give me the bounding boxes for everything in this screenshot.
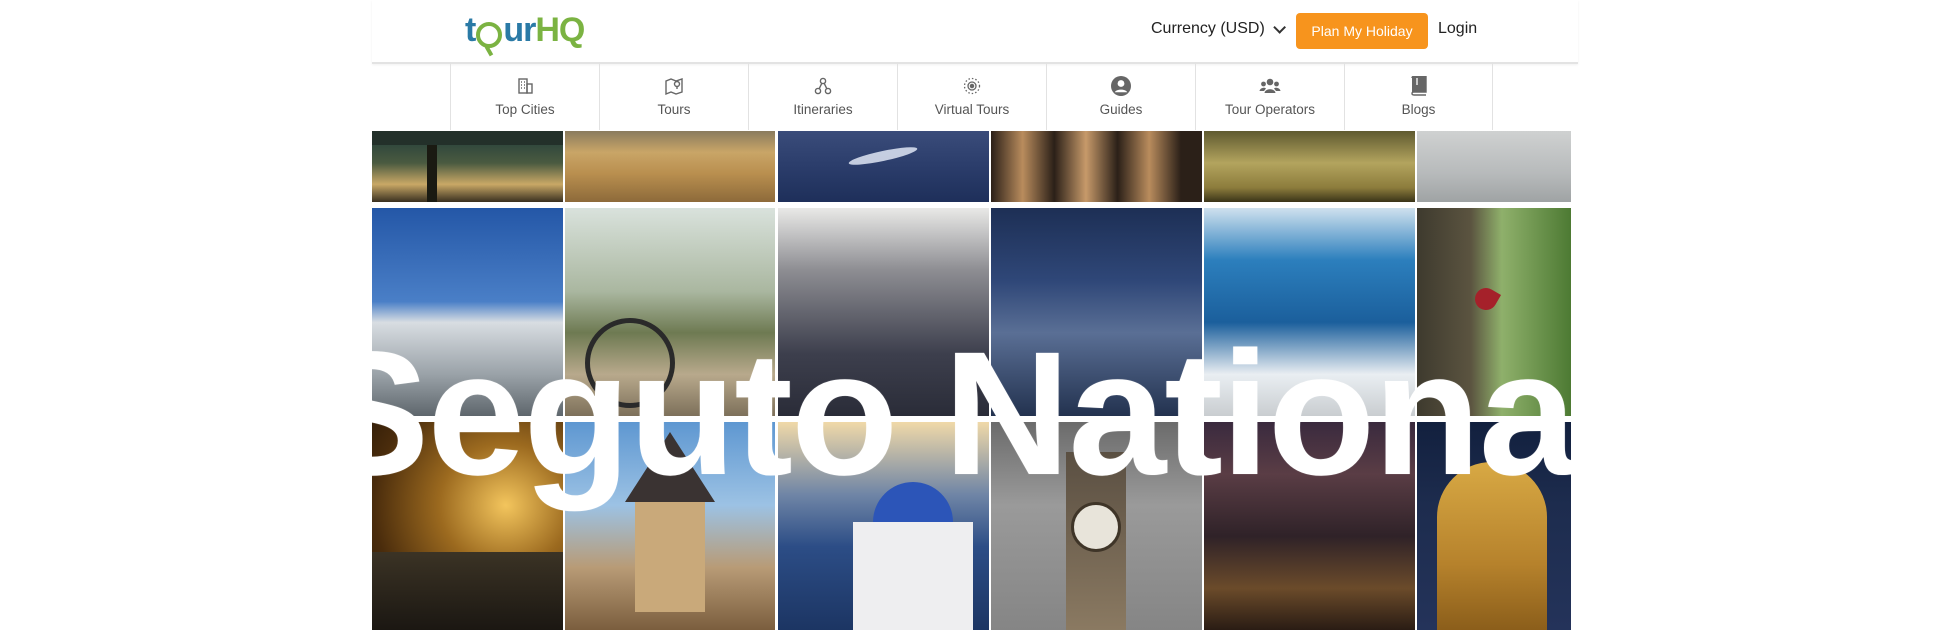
photo-lake-duck-tile [1204, 131, 1415, 202]
book-icon [1408, 75, 1430, 97]
photo-speedboat-tile [778, 131, 989, 202]
nav-label: Itineraries [793, 102, 853, 117]
nav-item-tours[interactable]: Tours [599, 62, 748, 130]
nav-label: Tour Operators [1224, 102, 1316, 117]
virtual-tour-icon [961, 75, 983, 97]
hero-photo-mosaic: Seguto National Pa [372, 131, 1571, 630]
hero-headline: Seguto National Pa [372, 316, 1571, 512]
nav-label: Guides [1099, 102, 1143, 117]
login-link[interactable]: Login [1438, 20, 1477, 38]
currency-label: Currency (USD) [1151, 20, 1265, 37]
photo-wheat-field-tile [565, 131, 775, 202]
nav-label: Tours [657, 102, 691, 117]
nav-label: Virtual Tours [934, 102, 1010, 117]
nav-item-blogs[interactable]: Blogs [1344, 62, 1493, 130]
nav-item-virtual-tours[interactable]: Virtual Tours [897, 62, 1046, 130]
tourhq-logo[interactable]: t ur HQ [465, 10, 585, 50]
route-nodes-icon [812, 75, 834, 97]
photo-bridge-tile [372, 131, 563, 202]
main-nav: Top Cities Tours Itineraries Virtual Tou… [450, 62, 1493, 130]
nav-item-guides[interactable]: Guides [1046, 62, 1195, 130]
photo-misty-skyline-tile [1417, 131, 1571, 202]
nav-item-tour-operators[interactable]: Tour Operators [1195, 62, 1344, 130]
nav-label: Top Cities [495, 102, 555, 117]
map-pin-icon [663, 75, 685, 97]
user-circle-icon [1110, 75, 1132, 97]
site-header: t ur HQ Currency (USD) Plan My Holiday Log… [372, 0, 1578, 64]
nav-label: Blogs [1401, 102, 1436, 117]
photo-colonnade-tile [991, 131, 1202, 202]
chevron-down-icon [1273, 20, 1286, 34]
plan-my-holiday-button[interactable]: Plan My Holiday [1296, 13, 1428, 49]
building-icon [514, 75, 536, 97]
nav-item-itineraries[interactable]: Itineraries [748, 62, 897, 130]
nav-item-top-cities[interactable]: Top Cities [450, 62, 599, 130]
currency-selector[interactable]: Currency (USD) [1151, 20, 1286, 38]
users-group-icon [1259, 75, 1281, 97]
